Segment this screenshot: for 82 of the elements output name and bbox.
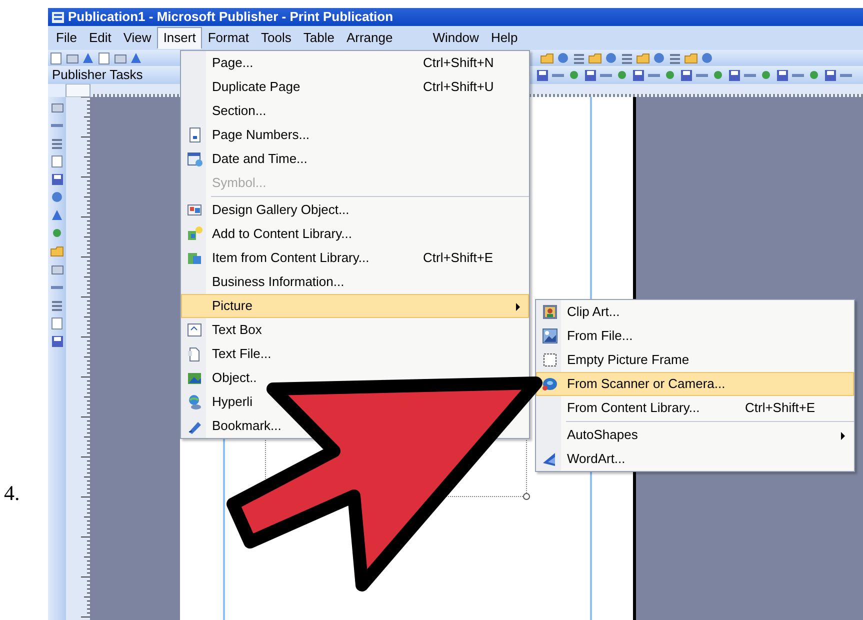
library-icon (186, 250, 202, 266)
shortcut-label: Ctrl+Shift+E (423, 249, 494, 268)
toolbar-icon[interactable] (822, 68, 837, 82)
menu-item[interactable]: From Scanner or Camera... (536, 372, 854, 396)
menu-item[interactable]: From File... (537, 325, 633, 347)
document-icon (186, 346, 202, 362)
toolbar-icon[interactable] (534, 68, 549, 82)
menu-item[interactable]: Duplicate Page (182, 76, 300, 98)
toolbar-icon[interactable] (630, 68, 645, 82)
tool-icon[interactable] (50, 226, 64, 240)
gallery-icon (186, 202, 202, 218)
submenu-arrow-icon (516, 303, 520, 311)
library-icon (186, 226, 202, 242)
toolbar-icon[interactable] (49, 51, 63, 65)
menu-item[interactable]: Page Numbers... (182, 124, 310, 146)
frame-icon (542, 352, 558, 368)
tool-icon[interactable] (50, 136, 64, 150)
menu-bar-item[interactable]: Table (297, 27, 340, 49)
app-icon (52, 12, 64, 22)
toolbar-icon[interactable] (582, 68, 597, 82)
shortcut-label: Ctrl+Shift+U (423, 78, 494, 96)
menu-item[interactable]: Text File... (182, 343, 272, 365)
toolbar-icon[interactable] (700, 51, 714, 65)
menu-item[interactable]: Bookmark... (182, 415, 282, 437)
picture-icon (186, 370, 202, 386)
toolbar-icon[interactable] (97, 51, 111, 65)
menu-item[interactable]: Design Gallery Object... (182, 199, 350, 221)
tool-icon[interactable] (50, 190, 64, 204)
portrait-icon (542, 304, 558, 320)
menu-item[interactable]: AutoShapes (537, 424, 853, 446)
menu-bar-item[interactable]: Format (202, 27, 255, 49)
menu-item[interactable]: Text Box (182, 319, 262, 341)
toolbar-icon[interactable] (774, 68, 789, 82)
menu-item[interactable]: Business Information... (182, 271, 344, 293)
page-icon (186, 127, 202, 143)
menu-item[interactable]: Empty Picture Frame (537, 349, 690, 371)
tool-icon[interactable] (50, 172, 64, 186)
toolbar-icon[interactable] (604, 51, 618, 65)
task-pane-button[interactable]: Publisher Tasks (48, 65, 147, 85)
menu-item[interactable]: Clip Art... (537, 301, 620, 323)
tool-icon[interactable] (50, 334, 64, 348)
menu-bar-item[interactable]: Edit (82, 27, 118, 49)
tool-icon[interactable] (50, 154, 64, 168)
menu-bar-item[interactable]: Tools (255, 27, 298, 49)
toolbar-icon[interactable] (726, 68, 741, 82)
tool-icon[interactable] (50, 316, 64, 330)
step-number: 4. (4, 480, 20, 507)
menu-item[interactable]: Date and Time... (182, 148, 308, 170)
wordart-icon (542, 451, 558, 467)
tool-icon[interactable] (50, 244, 64, 258)
toolbar-icon[interactable] (572, 51, 586, 65)
menu-item[interactable]: WordArt... (537, 448, 626, 470)
menu-item[interactable]: Item from Content Library... (182, 247, 370, 269)
text-box-icon (186, 322, 202, 338)
toolbar-icon[interactable] (668, 51, 682, 65)
globe-icon (186, 394, 202, 410)
shortcut-label: Ctrl+Shift+E (745, 399, 816, 418)
menu-bar-item[interactable]: Insert (157, 27, 202, 49)
menu-bar-item[interactable]: File (50, 27, 83, 49)
picture-icon (542, 328, 558, 344)
menu-bar-item[interactable]: Help (484, 27, 524, 49)
toolbar-icon[interactable] (678, 68, 693, 82)
tool-icon[interactable] (50, 298, 64, 312)
menu-bar-item[interactable]: View (117, 27, 158, 49)
menu-bar-item[interactable]: Arrange (340, 27, 399, 49)
menu-item[interactable]: Hyperli (182, 391, 252, 413)
shortcut-label: Ctrl+Shift+N (423, 54, 494, 72)
submenu-arrow-icon (841, 432, 845, 440)
menu-item[interactable]: Object.. (182, 367, 257, 389)
calendar-icon (186, 151, 202, 167)
menu-item[interactable]: From Content Library... (537, 397, 700, 419)
toolbar-icon[interactable] (556, 51, 570, 65)
menu-item[interactable]: Add to Content Library... (182, 223, 352, 245)
menu-item[interactable]: Page... (182, 52, 254, 74)
toolbar-icon[interactable] (652, 51, 666, 65)
menu-bar-item[interactable]: Window (426, 27, 485, 49)
disc-icon (542, 376, 558, 392)
menu-item[interactable]: Section... (182, 100, 266, 122)
window-title: Publication1 - Microsoft Publisher - Print Publication (68, 8, 394, 26)
menu-item[interactable]: Picture (181, 294, 529, 318)
toolbar-icon[interactable] (620, 51, 634, 65)
tool-icon[interactable] (50, 208, 64, 222)
